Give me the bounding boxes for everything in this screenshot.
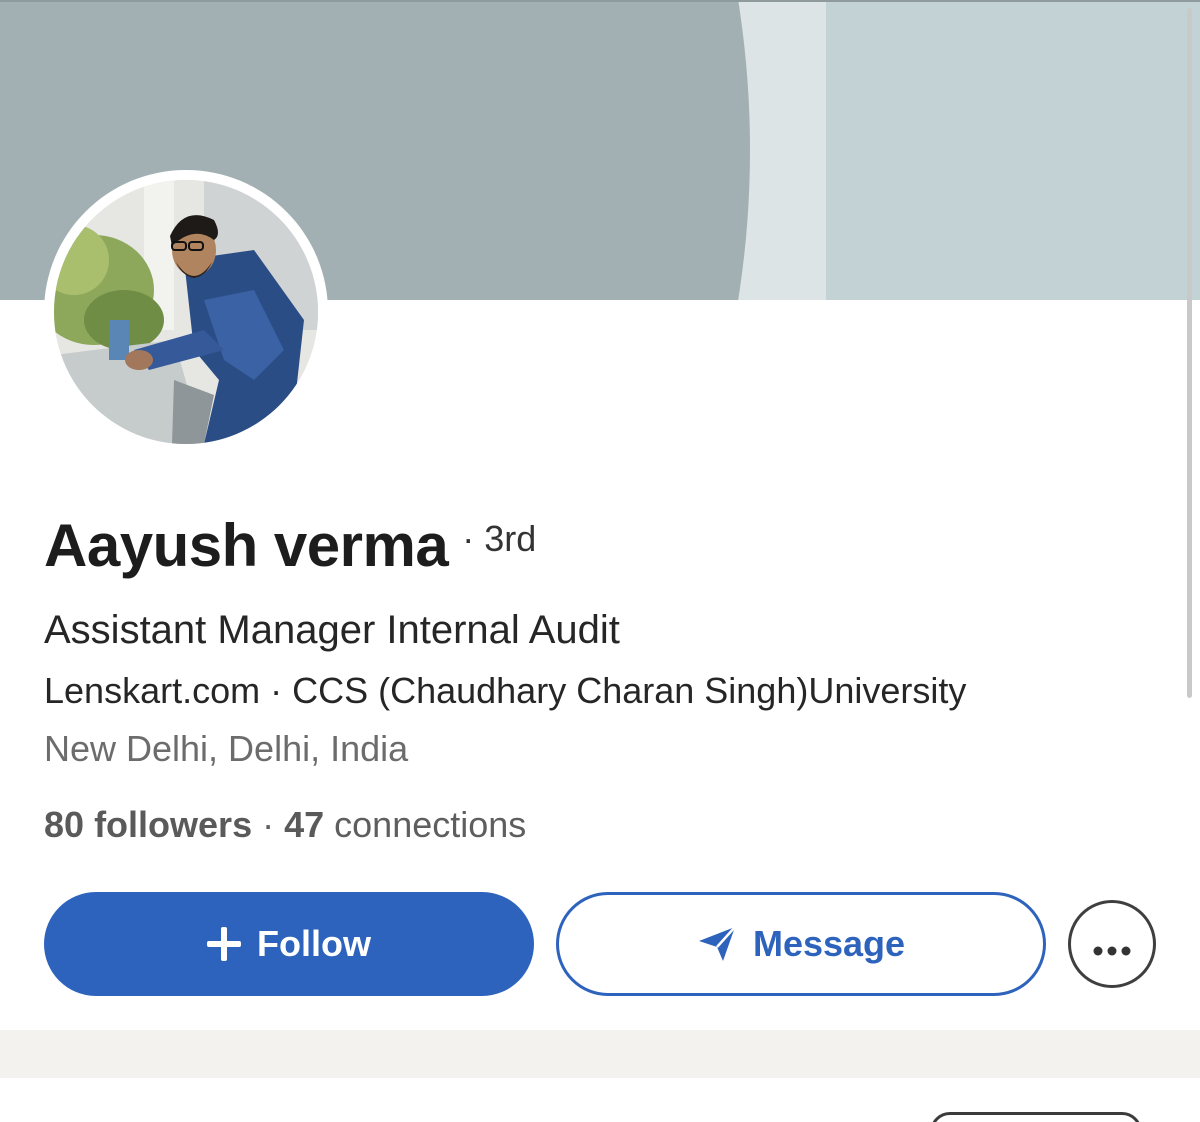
connections-label: connections [334,804,527,845]
profile-location: New Delhi, Delhi, India [44,728,409,769]
profile-stats: 80 followers · 47 connections [44,804,526,846]
followers-link[interactable]: 80 followers [44,804,252,845]
connection-degree: · 3rd [462,518,537,559]
plus-icon [207,927,241,961]
stats-separator: · [262,804,275,845]
more-actions-button[interactable] [1068,900,1156,988]
connections-link[interactable]: 47 connections [284,804,526,845]
profile-name: Aayush verma [44,512,449,579]
profile-page: Aayush verma · 3rd Assistant Manager Int… [0,0,1200,1122]
message-label: Message [752,923,906,964]
section-divider [0,1030,1200,1078]
follow-button[interactable]: Follow [44,892,534,996]
follow-label: Follow [257,923,371,964]
send-icon [697,925,737,963]
name-row: Aayush verma · 3rd [44,510,536,582]
avatar-photo [54,180,318,444]
banner-edge [0,0,1200,2]
connections-count: 47 [284,804,325,845]
ellipsis-icon [1092,923,1132,965]
profile-headline: Assistant Manager Internal Audit [44,608,620,652]
partial-button[interactable] [930,1112,1142,1122]
scrollbar[interactable] [1187,8,1192,698]
avatar[interactable] [44,170,328,454]
followers-label: followers [94,804,253,845]
banner-right-panel [826,0,1200,300]
followers-count: 80 [44,804,85,845]
avatar-image [54,180,318,444]
company-education-line[interactable]: Lenskart.com · CCS (Chaudhary Charan Sin… [44,670,966,712]
message-button[interactable]: Message [556,892,1046,996]
